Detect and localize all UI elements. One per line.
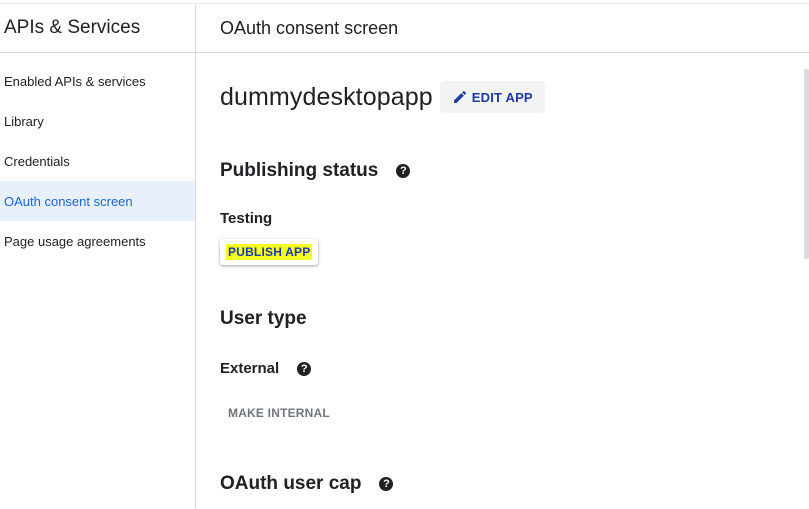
sidebar-item-oauth-consent-screen[interactable]: OAuth consent screen (0, 181, 195, 221)
oauth-user-cap-heading: OAuth user cap ? (220, 473, 394, 495)
oauth-user-cap-title: OAuth user cap (220, 473, 362, 494)
app-title-row: dummydesktopapp EDIT APP (220, 81, 545, 113)
edit-app-button[interactable]: EDIT APP (439, 81, 545, 113)
sidebar-item-enabled-apis[interactable]: Enabled APIs & services (0, 61, 195, 101)
help-icon[interactable]: ? (396, 164, 411, 178)
publishing-status-heading: Publishing status ? (220, 160, 411, 182)
main-panel: OAuth consent screen dummydesktopapp EDI… (196, 4, 809, 509)
user-type-row: External ? (220, 360, 312, 377)
sidebar-title: APIs & Services (0, 4, 195, 53)
sidebar-item-credentials[interactable]: Credentials (0, 141, 195, 181)
pencil-icon (453, 90, 466, 103)
make-internal-button[interactable]: MAKE INTERNAL (228, 406, 330, 420)
user-type-heading: User type (220, 308, 307, 330)
app-name: dummydesktopapp (220, 82, 433, 111)
user-type-title: User type (220, 308, 307, 329)
scrollbar[interactable] (804, 69, 809, 259)
user-type-value: External (220, 360, 280, 377)
sidebar-item-page-usage-agreements[interactable]: Page usage agreements (0, 221, 195, 261)
page-title: OAuth consent screen (196, 4, 809, 53)
help-icon[interactable]: ? (379, 477, 394, 491)
sidebar-item-library[interactable]: Library (0, 101, 195, 141)
help-icon[interactable]: ? (297, 361, 312, 376)
publishing-status-title: Publishing status (220, 160, 379, 181)
publish-app-label: PUBLISH APP (226, 244, 313, 260)
sidebar: APIs & Services Enabled APIs & services … (0, 4, 196, 509)
sidebar-nav: Enabled APIs & services Library Credenti… (0, 61, 195, 261)
publishing-status-value: Testing (220, 210, 273, 227)
edit-app-label: EDIT APP (471, 89, 533, 105)
publish-app-button[interactable]: PUBLISH APP (220, 239, 319, 265)
